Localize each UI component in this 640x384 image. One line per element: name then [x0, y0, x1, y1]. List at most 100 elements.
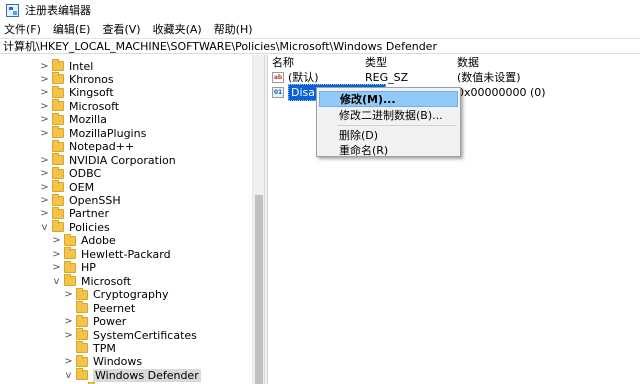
folder-icon — [52, 139, 64, 152]
tree-item[interactable]: Notepad++ — [40, 139, 134, 154]
chevron-right-icon[interactable]: > — [64, 288, 73, 302]
folder-icon — [76, 341, 88, 354]
context-separator — [337, 125, 457, 126]
tree-item[interactable]: > Hewlett-Packard — [52, 247, 171, 261]
menu-file[interactable]: 文件(F) — [4, 21, 41, 37]
chevron-right-icon[interactable]: > — [64, 315, 73, 329]
chevron-right-icon[interactable]: > — [40, 113, 49, 127]
chevron-right-icon[interactable]: > — [52, 247, 61, 261]
tree-item[interactable]: > Mozilla — [40, 112, 107, 127]
folder-icon — [52, 112, 64, 125]
tree-item-label: Policies — [69, 220, 110, 234]
tree-item[interactable]: > Microsoft — [40, 99, 119, 113]
no-expander — [64, 301, 73, 315]
menu-favorites[interactable]: 收藏夹(A) — [153, 21, 202, 37]
chevron-right-icon[interactable]: > — [52, 234, 61, 248]
tree-item-label: MozillaPlugins — [69, 126, 147, 140]
tree-item[interactable]: TPM — [64, 341, 116, 355]
tree-item-label: OpenSSH — [69, 194, 121, 207]
context-delete[interactable]: 删除(D) — [319, 127, 458, 143]
context-modify-binary[interactable]: 修改二进制数据(B)... — [319, 107, 458, 123]
tree-item[interactable]: > MozillaPlugins — [40, 126, 146, 140]
tree-item[interactable]: > ODBC — [40, 166, 101, 181]
value-type: REG_SZ — [365, 70, 409, 84]
tree-item-label: Microsoft — [69, 99, 120, 113]
tree-item-label: Mozilla — [69, 113, 107, 127]
tree-item[interactable]: > Cryptography — [64, 287, 168, 302]
menu-bar: 文件(F) 编辑(E) 查看(V) 收藏夹(A) 帮助(H) — [0, 20, 640, 38]
tree-item[interactable]: > Partner — [40, 206, 109, 221]
tree-item[interactable]: > OEM — [40, 180, 94, 194]
tree-item[interactable]: > Windows — [64, 354, 143, 369]
window-title: 注册表编辑器 — [25, 4, 91, 17]
chevron-right-icon[interactable]: > — [40, 194, 49, 208]
context-rename[interactable]: 重命名(R) — [319, 142, 458, 158]
tree-item[interactable]: Peernet — [64, 301, 135, 315]
chevron-right-icon[interactable]: > — [40, 180, 49, 194]
tree-item-label: Windows — [93, 355, 143, 369]
chevron-right-icon[interactable]: > — [40, 59, 49, 73]
context-modify[interactable]: 修改(M)... — [319, 91, 458, 107]
column-header-data[interactable]: 数据 — [457, 55, 479, 69]
column-header-name[interactable]: 名称 — [272, 55, 294, 69]
folder-icon — [76, 287, 88, 300]
chevron-right-icon[interactable]: > — [40, 167, 49, 181]
tree-item[interactable]: > NVIDIA Corporation — [40, 153, 176, 167]
folder-icon — [64, 247, 76, 260]
tree-item[interactable]: v Policies — [40, 220, 110, 234]
tree-item[interactable]: > Khronos — [40, 72, 114, 86]
no-expander — [40, 140, 49, 154]
folder-icon — [76, 368, 88, 381]
chevron-down-icon[interactable]: v — [52, 274, 61, 288]
tree-item[interactable]: > OpenSSH — [40, 193, 121, 208]
chevron-right-icon[interactable]: > — [52, 261, 61, 275]
tree-item-label: Microsoft — [81, 274, 132, 288]
address-bar[interactable]: 计算机\HKEY_LOCAL_MACHINE\SOFTWARE\Policies… — [0, 38, 640, 54]
tree-item[interactable]: > Power — [64, 314, 127, 329]
tree-item[interactable]: > Adobe — [52, 233, 116, 248]
chevron-right-icon[interactable]: > — [40, 126, 49, 140]
chevron-right-icon[interactable]: > — [64, 355, 73, 369]
folder-icon — [64, 233, 76, 246]
tree-item-label: OEM — [69, 180, 95, 194]
chevron-down-icon[interactable]: v — [64, 368, 73, 382]
chevron-down-icon[interactable]: v — [40, 220, 49, 234]
column-header-type[interactable]: 类型 — [365, 55, 387, 69]
value-data: 0x00000000 (0) — [457, 85, 546, 99]
chevron-right-icon[interactable]: > — [40, 72, 49, 86]
chevron-right-icon[interactable]: > — [40, 153, 49, 167]
tree-item-selected[interactable]: v Windows Defender — [64, 368, 201, 382]
folder-icon — [76, 328, 88, 340]
folder-icon — [52, 126, 64, 139]
folder-icon — [52, 180, 64, 193]
tree-item[interactable]: > HP — [52, 260, 96, 275]
folder-icon — [64, 274, 76, 287]
menu-edit[interactable]: 编辑(E) — [53, 21, 91, 37]
tree-scrollbar-thumb[interactable] — [255, 195, 263, 384]
title-bar: 注册表编辑器 — [0, 0, 640, 20]
string-value-icon: ab — [272, 71, 284, 83]
tree-item[interactable]: > SystemCertificates — [64, 328, 197, 342]
tree-item-label: HP — [81, 261, 96, 275]
folder-icon — [52, 72, 64, 85]
folder-icon — [52, 193, 64, 206]
chevron-right-icon[interactable]: > — [64, 328, 73, 342]
tree-item[interactable]: > Kingsoft — [40, 85, 114, 100]
chevron-right-icon[interactable]: > — [40, 99, 49, 113]
tree-item-label: Kingsoft — [69, 86, 114, 100]
menu-help[interactable]: 帮助(H) — [214, 21, 253, 37]
tree-item[interactable]: > Intel — [40, 59, 93, 73]
tree-item-label: Power — [93, 315, 127, 329]
chevron-right-icon[interactable]: > — [40, 86, 49, 100]
folder-icon — [52, 220, 64, 233]
folder-icon — [76, 354, 88, 367]
tree-item-label: Partner — [69, 207, 109, 221]
menu-view[interactable]: 查看(V) — [102, 21, 140, 37]
folder-icon — [52, 99, 64, 112]
tree-item-label: Peernet — [93, 301, 136, 315]
tree-scrollbar[interactable] — [252, 55, 264, 384]
tree-item[interactable]: v Microsoft — [52, 274, 131, 288]
chevron-right-icon[interactable]: > — [40, 207, 49, 221]
address-path[interactable]: 计算机\HKEY_LOCAL_MACHINE\SOFTWARE\Policies… — [3, 39, 437, 53]
tree-item-label: Khronos — [69, 72, 114, 86]
